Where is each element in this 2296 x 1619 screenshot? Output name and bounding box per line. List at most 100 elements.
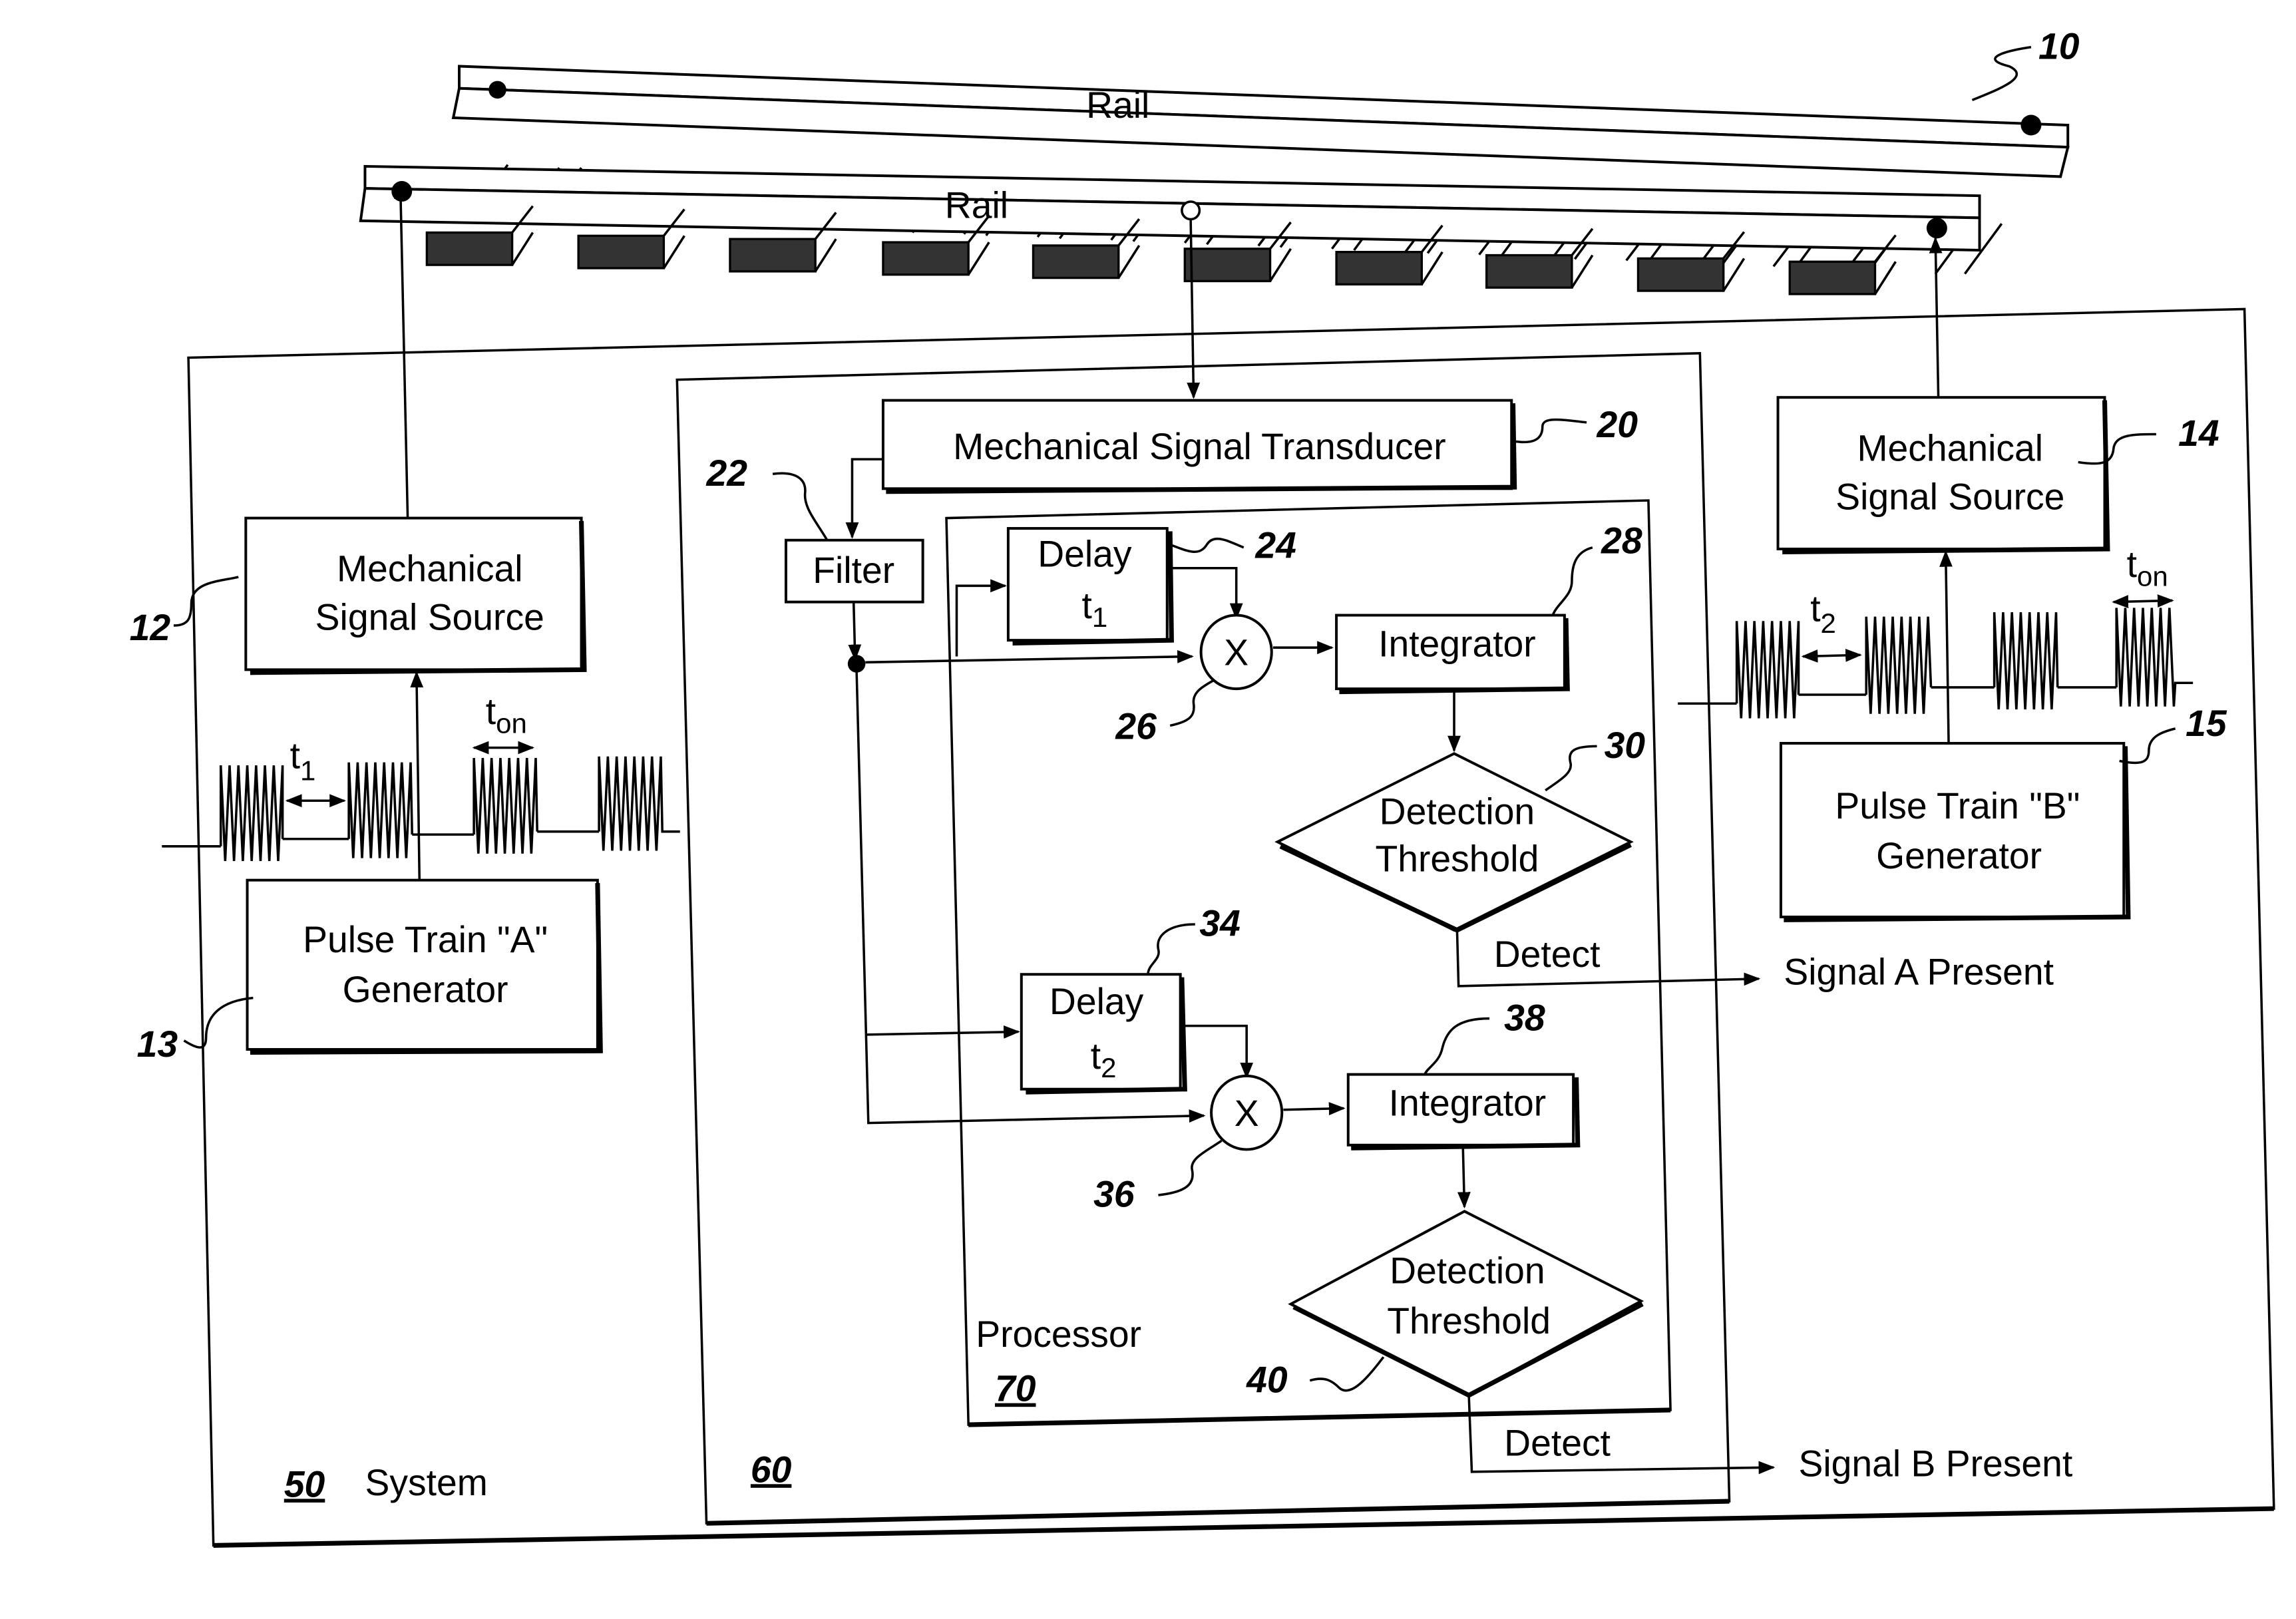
ref-34: 34	[1199, 903, 1240, 944]
integrator-a: Integrator	[1335, 614, 1570, 695]
leader-line	[1309, 1356, 1385, 1392]
leader-line	[1515, 418, 1587, 444]
svg-text:Integrator: Integrator	[1389, 1083, 1547, 1124]
svg-text:Generator: Generator	[343, 969, 508, 1010]
svg-text:Delay: Delay	[1050, 981, 1144, 1022]
ref-14: 14	[2178, 413, 2219, 454]
ref-20: 20	[1597, 404, 1638, 445]
svg-text:X: X	[1224, 632, 1248, 673]
system-label: System	[365, 1462, 487, 1503]
processor-label: Processor	[976, 1314, 1141, 1355]
ref-36: 36	[1093, 1174, 1135, 1215]
arrow-filter-to-delay-b	[865, 1025, 1020, 1039]
rail-bolt-icon	[488, 81, 506, 99]
leader-line	[1424, 1017, 1490, 1075]
arrow-transducer-to-filter	[845, 458, 883, 539]
arrow-delay-a-to-multiplier	[1170, 566, 1243, 620]
ref-24: 24	[1254, 524, 1296, 566]
integrator-b: Integrator	[1346, 1073, 1581, 1151]
rail-bolt-icon	[1926, 218, 1947, 239]
svg-text:Filter: Filter	[813, 550, 894, 591]
leader-line	[1169, 679, 1215, 727]
svg-text:Pulse Train "B": Pulse Train "B"	[1835, 785, 2080, 826]
arrow-rail-to-transducer	[1187, 219, 1201, 399]
ref-30: 30	[1605, 725, 1646, 766]
ref-26: 26	[1115, 705, 1157, 747]
arrow-delay-b-to-multiplier	[1181, 1024, 1254, 1079]
interval-label-t2: t2	[1810, 588, 1836, 639]
on-time-label-b: ton	[2127, 544, 2168, 592]
arrow-generator-a-to-source	[410, 671, 424, 880]
leader-line	[1971, 46, 2032, 102]
filter: Filter	[784, 538, 924, 604]
multiplier-b: X	[1210, 1074, 1284, 1151]
svg-text:Mechanical: Mechanical	[337, 548, 523, 590]
detect-label-b: Detect	[1504, 1422, 1611, 1463]
rail-label-near: Rail	[945, 184, 1008, 226]
mechanical-signal-transducer: Mechanical Signal Transducer	[881, 399, 1517, 494]
arrow-generator-b-to-source	[1939, 550, 1953, 743]
junction-dot-icon	[847, 655, 866, 673]
rail-bolt-icon	[2020, 114, 2042, 136]
svg-text:Integrator: Integrator	[1378, 623, 1536, 664]
rail-signal-detection-diagram: Rail Rail 10 50 System 60 Processor 70 M…	[130, 25, 2275, 1548]
arrow-filter-to-multiplier-a	[865, 649, 1194, 664]
svg-text:Threshold: Threshold	[1376, 838, 1539, 879]
leader-line	[183, 996, 254, 1049]
detect-label-a: Detect	[1494, 934, 1601, 975]
pulse-train-b-waveform	[1678, 594, 2194, 719]
mechanical-signal-source-a: Mechanical Signal Source	[244, 516, 587, 675]
ref-10: 10	[2038, 25, 2080, 67]
svg-text:Signal Source: Signal Source	[315, 597, 544, 638]
svg-text:Mechanical Signal Transducer: Mechanical Signal Transducer	[953, 426, 1446, 467]
ref-15: 15	[2186, 703, 2227, 744]
ref-13: 13	[137, 1023, 178, 1065]
detection-threshold-b: Detection Threshold	[1288, 1210, 1644, 1398]
svg-text:Generator: Generator	[1876, 835, 2042, 876]
transducer-sensor-point-icon	[1181, 200, 1201, 221]
leader-line	[1147, 923, 1195, 975]
svg-text:Mechanical: Mechanical	[1857, 427, 2043, 468]
signal-a-present-output: Signal A Present	[1784, 952, 2054, 993]
svg-text:Detection: Detection	[1380, 791, 1535, 832]
leader-line	[1169, 537, 1244, 554]
svg-text:Detection: Detection	[1390, 1250, 1545, 1292]
svg-text:X: X	[1235, 1093, 1259, 1134]
ref-38: 38	[1504, 997, 1545, 1038]
interval-label-t1: t1	[290, 735, 316, 787]
svg-text:Pulse Train "A": Pulse Train "A"	[303, 919, 548, 960]
arrow-source-a-to-rail	[394, 182, 409, 518]
svg-text:Signal Source: Signal Source	[1835, 476, 2064, 517]
detection-threshold-a: Detection Threshold	[1274, 752, 1634, 933]
arrow-filter-out	[848, 602, 862, 661]
arrow-integrator-b-to-threshold	[1457, 1148, 1471, 1209]
far-rail: Rail	[451, 65, 2070, 178]
leader-line	[173, 576, 239, 627]
multiplier-a: X	[1199, 614, 1273, 691]
leader-line	[1545, 745, 1597, 792]
leader-line	[1551, 546, 1593, 616]
leader-line	[1158, 1139, 1223, 1196]
pulse-train-a-waveform	[162, 741, 680, 861]
svg-text:Delay: Delay	[1038, 534, 1132, 575]
leader-line	[772, 472, 829, 541]
ref-70: 70	[995, 1368, 1036, 1409]
signal-b-present-output: Signal B Present	[1799, 1443, 2073, 1484]
ref-60: 60	[751, 1449, 792, 1490]
ref-12: 12	[130, 607, 171, 648]
arrow-multiplier-b-to-integrator	[1283, 1102, 1346, 1115]
ref-40: 40	[1246, 1359, 1288, 1400]
on-time-label-a: ton	[486, 691, 527, 739]
mechanical-signal-source-b: Mechanical Signal Source	[1776, 396, 2110, 554]
arrow-filter-to-delay-a	[955, 579, 1007, 657]
ref-50: 50	[284, 1463, 325, 1505]
delay-t2: Delay t2	[1020, 973, 1187, 1095]
svg-text:Threshold: Threshold	[1387, 1300, 1551, 1342]
ref-22: 22	[706, 452, 748, 494]
delay-t1: Delay t1	[1006, 527, 1174, 646]
ref-28: 28	[1601, 520, 1642, 562]
arrow-source-b-to-rail	[1929, 236, 1943, 398]
rail-label-far: Rail	[1086, 85, 1149, 126]
pulse-train-a-generator: Pulse Train "A" Generator	[246, 878, 603, 1055]
pulse-train-b-generator: Pulse Train "B" Generator	[1779, 741, 2131, 922]
